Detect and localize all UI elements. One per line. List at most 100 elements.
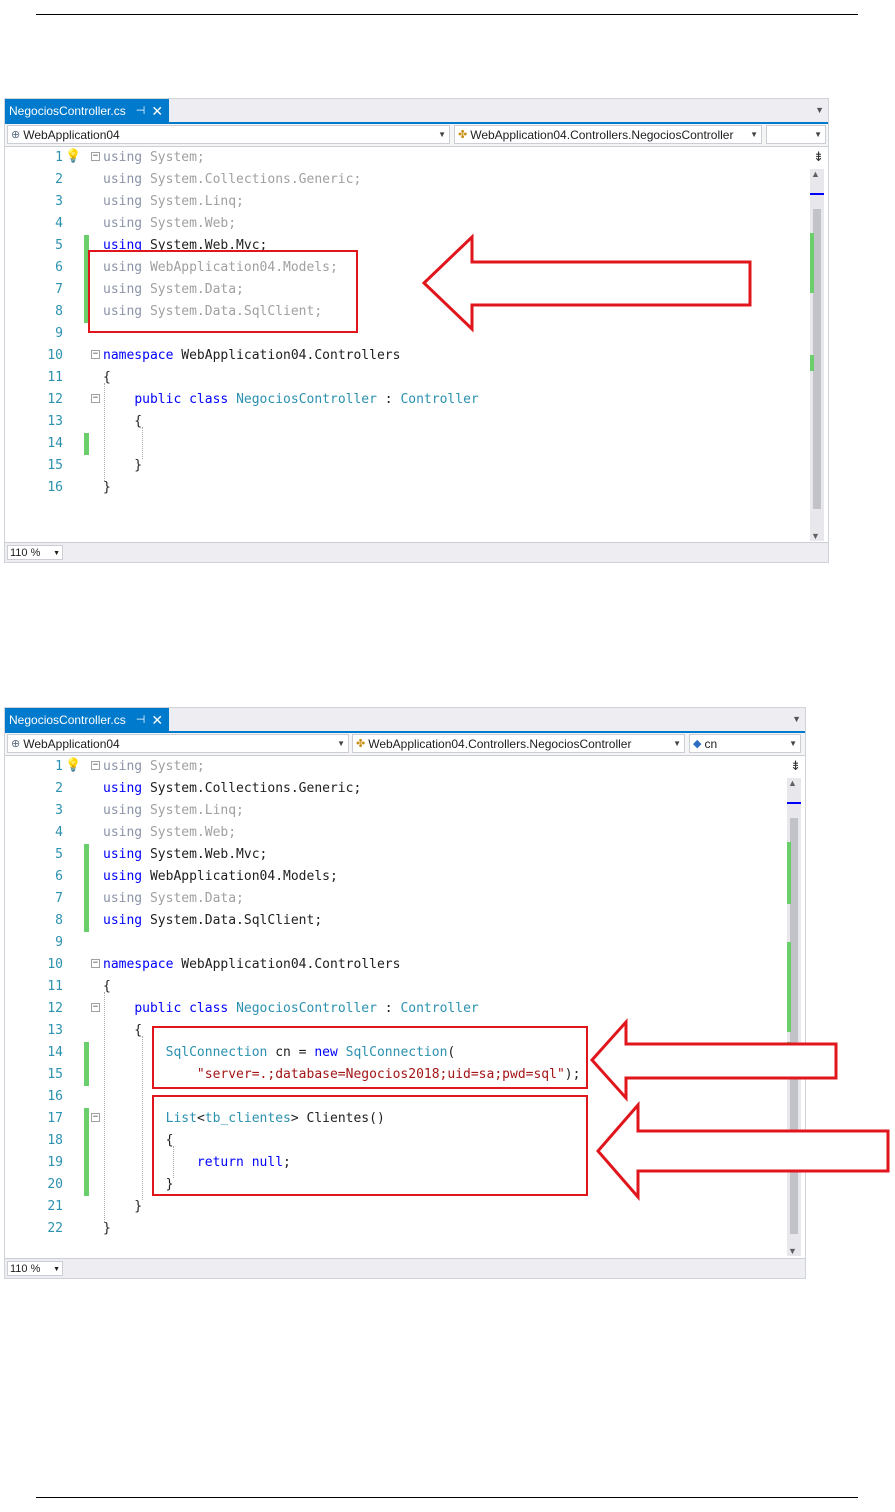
project-globe-icon: ⊕ [11, 738, 21, 750]
line-number: 17 [47, 1111, 63, 1126]
change-indicator [84, 910, 89, 932]
code-text: { [103, 1020, 142, 1042]
code-token: using [103, 847, 143, 862]
zoom-value: 110 % [10, 1263, 41, 1275]
code-area[interactable]: 1 💡 − using System; 2 using System.Collection… [5, 147, 805, 542]
change-marker [810, 233, 814, 293]
code-line: 4 using System.Web; [5, 822, 785, 844]
code-token: System.Collections.Generic; [142, 781, 362, 796]
tab-list-dropdown-icon[interactable]: ▼ [815, 105, 824, 115]
class-combo-value: WebApplication04.Controllers.NegociosCon… [368, 736, 632, 751]
collapse-toggle-icon[interactable]: − [91, 394, 100, 403]
code-line: 11{ [5, 976, 785, 998]
line-number: 7 [55, 282, 63, 297]
code-token: public [134, 392, 182, 407]
line-number: 22 [47, 1221, 63, 1236]
code-token: { [103, 1023, 143, 1038]
code-text: using System.Linq; [103, 191, 244, 213]
collapse-toggle-icon[interactable]: − [91, 761, 100, 770]
code-token: System.Linq; [142, 803, 244, 818]
code-token: System.Collections.Generic; [142, 172, 362, 187]
lightbulb-icon[interactable]: 💡 [65, 755, 81, 777]
scrollbar-thumb[interactable] [813, 209, 821, 509]
scroll-down-icon[interactable]: ▼ [811, 531, 820, 541]
zoom-combo[interactable]: 110 % ▼ [7, 1261, 63, 1276]
chevron-down-icon: ▼ [438, 130, 446, 139]
line-number: 9 [55, 935, 63, 950]
class-combo[interactable]: ✤ WebApplication04.Controllers.NegociosC… [352, 734, 685, 753]
code-text: using System.Linq; [103, 800, 244, 822]
collapse-toggle-icon[interactable]: − [91, 1113, 100, 1122]
code-token: WebApplication04.Models; [142, 869, 338, 884]
splitter-icon[interactable]: ⇟ [790, 758, 801, 774]
code-line: 16} [5, 477, 805, 499]
line-number: 3 [55, 194, 63, 209]
project-combo[interactable]: ⊕ WebApplication04 ▼ [7, 734, 349, 753]
collapse-toggle-icon[interactable]: − [91, 350, 100, 359]
zoom-combo[interactable]: 110 % ▼ [7, 545, 63, 560]
document-tab-bar: NegociosController.cs ⊣ ✕ ▼ [5, 99, 828, 122]
code-token: using [103, 913, 143, 928]
highlight-box-using-statements [88, 250, 358, 333]
red-arrow-left-3 [596, 1100, 890, 1202]
pin-icon[interactable]: ⊣ [136, 713, 146, 726]
code-line: 14 [5, 433, 805, 455]
code-text: public class NegociosController : Contro… [103, 389, 478, 411]
scroll-down-icon[interactable]: ▼ [788, 1246, 797, 1256]
project-combo[interactable]: ⊕ WebApplication04 ▼ [7, 125, 450, 144]
close-icon[interactable]: ✕ [151, 713, 163, 727]
code-token: } [103, 1199, 143, 1214]
collapse-toggle-icon[interactable]: − [91, 1003, 100, 1012]
chevron-down-icon: ▼ [814, 130, 822, 139]
lightbulb-icon[interactable]: 💡 [65, 146, 81, 168]
scroll-up-icon[interactable]: ▲ [788, 778, 797, 788]
change-indicator [84, 1042, 89, 1064]
page-top-rule [36, 14, 858, 15]
line-number: 1 [55, 150, 63, 165]
code-token: using [103, 150, 143, 165]
code-token: } [103, 458, 143, 473]
code-line: 13 { [5, 411, 805, 433]
scroll-up-icon[interactable]: ▲ [811, 169, 820, 179]
document-tab[interactable]: NegociosController.cs ⊣ ✕ [5, 708, 170, 731]
collapse-toggle-icon[interactable]: − [91, 152, 100, 161]
line-number: 16 [47, 1089, 63, 1104]
change-marker [810, 355, 814, 371]
chevron-down-icon: ▼ [673, 739, 681, 748]
code-token: namespace [103, 957, 174, 972]
line-number: 14 [47, 1045, 63, 1060]
line-number: 3 [55, 803, 63, 818]
line-number: 19 [47, 1155, 63, 1170]
close-icon[interactable]: ✕ [151, 104, 163, 118]
code-token: NegociosController [236, 1001, 377, 1016]
code-line: 11{ [5, 367, 805, 389]
member-combo[interactable]: ◆ cn ▼ [689, 734, 801, 753]
line-number: 5 [55, 847, 63, 862]
tab-list-dropdown-icon[interactable]: ▼ [792, 714, 801, 724]
line-number: 10 [47, 957, 63, 972]
code-token: using [103, 172, 143, 187]
collapse-toggle-icon[interactable]: − [91, 959, 100, 968]
editor-footer: 110 % ▼ [5, 1258, 805, 1278]
document-tab[interactable]: NegociosController.cs ⊣ ✕ [5, 99, 170, 122]
indent-guide [142, 427, 143, 459]
splitter-icon[interactable]: ⇟ [813, 149, 824, 165]
code-token: System.Web.Mvc; [142, 847, 268, 862]
member-combo[interactable]: ▼ [766, 125, 826, 144]
code-token: System.Data; [142, 891, 244, 906]
navigation-bar: ⊕ WebApplication04 ▼ ✤ WebApplication04.… [5, 124, 828, 147]
change-indicator [84, 433, 89, 455]
line-number: 4 [55, 825, 63, 840]
line-number: 10 [47, 348, 63, 363]
code-line: 21 } [5, 1196, 785, 1218]
class-combo[interactable]: ✤ WebApplication04.Controllers.NegociosC… [454, 125, 762, 144]
navigation-bar: ⊕ WebApplication04 ▼ ✤ WebApplication04.… [5, 733, 805, 756]
code-text: namespace WebApplication04.Controllers [103, 954, 400, 976]
pin-icon[interactable]: ⊣ [136, 104, 146, 117]
document-tab-bar: NegociosController.cs ⊣ ✕ ▼ [5, 708, 805, 731]
vertical-scrollbar[interactable]: ▲ ▼ [810, 169, 824, 541]
code-token: using [103, 803, 143, 818]
